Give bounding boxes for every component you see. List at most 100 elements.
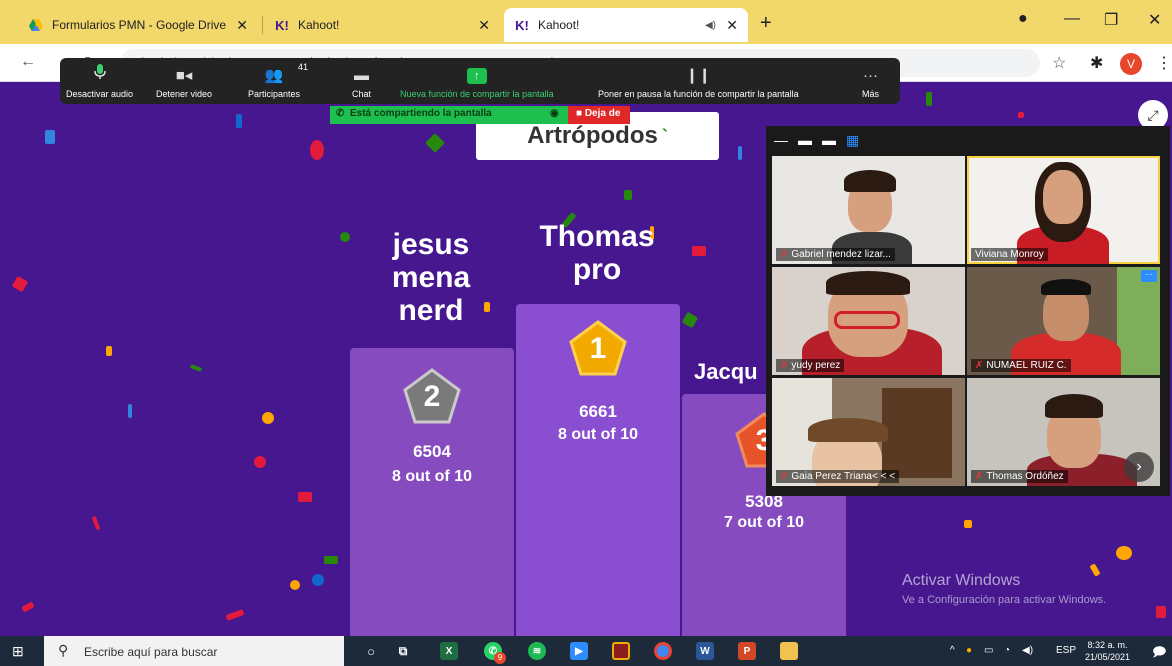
wifi-icon[interactable]: ◔ (1004, 645, 1010, 656)
podium-1-name: Thomas pro (514, 220, 680, 286)
spotify-icon[interactable]: ≋ (528, 642, 546, 660)
chat-button[interactable]: ▬ Chat (352, 58, 371, 104)
menu-icon[interactable]: ⋮ (1156, 53, 1172, 73)
podium-3-correct: 7 out of 10 (723, 514, 804, 531)
tab-title: Kahoot! (538, 18, 580, 32)
rank-number: 2 (423, 380, 441, 413)
notifications-icon[interactable]: 🗩 (1152, 643, 1166, 665)
taskbar-clock[interactable]: 8:32 a. m. 21/05/2021 (1085, 639, 1130, 663)
close-icon[interactable]: ✕ (478, 17, 490, 34)
podium-2-score: 6504 (413, 442, 451, 461)
google-drive-icon (28, 17, 44, 33)
pause-icon: ❙❙ (685, 67, 711, 84)
speaker-icon[interactable]: ◀︎) (705, 20, 716, 31)
video-camera-icon: ■◂ (175, 67, 193, 84)
participant-tile[interactable]: Viviana Monroy (967, 156, 1160, 264)
participant-name: ✗ Thomas Ordóñez (971, 470, 1068, 483)
name-line: Jacqu (694, 359, 758, 384)
participant-tile[interactable]: ✗ yudy perez (772, 267, 965, 375)
clock-date: 21/05/2021 (1085, 652, 1131, 662)
participant-name: Viviana Monroy (971, 248, 1048, 261)
podium-1-correct: 8 out of 10 (557, 426, 638, 443)
extensions-icon[interactable]: ✱ (1090, 53, 1103, 73)
media-player-icon[interactable] (612, 642, 630, 660)
zoom-app-icon[interactable]: ▶ (570, 642, 588, 660)
new-tab-button[interactable]: + (760, 12, 772, 35)
minimize-button[interactable]: — (1064, 10, 1080, 28)
phone-icon: ✆ (336, 108, 345, 119)
profile-dot-icon[interactable]: ● (1018, 10, 1028, 28)
participant-name: ✗ Gaia Perez Triana< < < (776, 470, 900, 483)
microphone-icon (93, 64, 106, 84)
share-screen-icon: ↑ (466, 68, 487, 84)
volume-icon[interactable]: ◀) (1022, 645, 1033, 656)
windows-start-icon[interactable]: ⊞ (12, 643, 24, 660)
participant-tile[interactable]: ··· ✗ NUMAEL RUIZ C. (967, 267, 1160, 375)
tab-google-drive[interactable]: Formularios PMN - Google Drive ✕ (18, 8, 258, 42)
new-share-button[interactable]: ↑ Nueva función de compartir la pantalla (400, 58, 554, 104)
tab-kahoot-2[interactable]: K! Kahoot! ◀︎) ✕ (504, 8, 748, 42)
muted-mic-icon: ✗ (780, 471, 789, 482)
toolbar-label: Poner en pausa la función de compartir l… (598, 89, 799, 99)
tab-title: Formularios PMN - Google Drive (52, 18, 227, 32)
chrome-icon[interactable] (654, 642, 672, 660)
search-placeholder: Escribe aquí para buscar (84, 645, 218, 659)
stop-video-button[interactable]: ■◂ Detener video (156, 58, 212, 104)
gallery-controls: — ▬ ▬ ▦ (774, 132, 859, 149)
profile-avatar[interactable]: V (1120, 53, 1142, 75)
toolbar-label: Detener video (156, 89, 213, 99)
restore-button[interactable]: ❐ (1104, 10, 1118, 30)
name-line: jesus (392, 228, 470, 261)
tray-chevron-icon[interactable]: ^ (950, 645, 955, 656)
participants-button[interactable]: 👥 41 Participantes (248, 58, 308, 104)
podium-3-name: Jacqu (694, 359, 774, 384)
search-icon: ⚲ (58, 642, 69, 658)
excel-icon[interactable]: X (440, 642, 458, 660)
participant-name: ✗ Gabriel mendez lizar... (776, 248, 895, 261)
browser-tab-bar: Formularios PMN - Google Drive ✕ K! Kaho… (0, 0, 1172, 44)
battery-icon[interactable]: ▭ (984, 645, 993, 656)
participant-tile[interactable]: ✗ Gabriel mendez lizar... (772, 156, 965, 264)
confetti-icon: ` (661, 125, 668, 146)
more-button[interactable]: ··· Más (862, 58, 879, 104)
participant-tile[interactable]: ✗ Gaia Perez Triana< < < (772, 378, 965, 486)
stop-share-button[interactable]: ■ Deja de (568, 106, 630, 124)
participants-icon: 👥 (264, 67, 284, 84)
tray-app-icon[interactable]: ● (966, 645, 972, 656)
word-icon[interactable]: W (696, 642, 714, 660)
speaker-view-icon[interactable]: ▬ (798, 132, 812, 149)
chat-icon: ▬ (354, 67, 369, 84)
language-indicator[interactable]: ESP (1056, 645, 1076, 656)
gallery-view-icon[interactable]: ▦ (846, 132, 859, 149)
next-page-icon[interactable]: › (1124, 452, 1154, 482)
more-options-icon[interactable]: ··· (1141, 270, 1157, 282)
participant-count: 41 (298, 62, 309, 72)
close-icon[interactable]: ✕ (726, 17, 738, 34)
podium-1-score: 6661 (579, 402, 617, 421)
shield-icon: ◉ (550, 108, 559, 119)
activation-subtitle: Ve a Configuración para activar Windows. (902, 594, 1107, 606)
back-arrow-icon[interactable]: ← (20, 53, 36, 71)
mute-audio-button[interactable]: Desactivar audio (66, 58, 133, 104)
podium-2-correct: 8 out of 10 (391, 468, 472, 485)
close-icon[interactable]: ✕ (236, 17, 248, 34)
file-explorer-icon[interactable] (780, 642, 798, 660)
minimize-icon[interactable]: — (774, 132, 788, 149)
cortana-icon[interactable]: ○ (362, 642, 380, 660)
pause-share-button[interactable]: ❙❙ Poner en pausa la función de comparti… (598, 58, 799, 104)
clock-time: 8:32 a. m. (1087, 640, 1128, 650)
taskbar-search-input[interactable]: ⚲ Escribe aquí para buscar (44, 636, 344, 666)
tab-kahoot-1[interactable]: K! Kahoot! ✕ (264, 8, 500, 42)
toolbar-label: Chat (352, 89, 372, 99)
participant-name: ✗ NUMAEL RUIZ C. (971, 359, 1071, 372)
strip-view-icon[interactable]: ▬ (822, 132, 836, 149)
task-view-icon[interactable]: ⧉ (394, 642, 412, 660)
star-icon[interactable]: ☆ (1052, 53, 1066, 73)
powerpoint-icon[interactable]: P (738, 642, 756, 660)
toolbar-label: Nueva función de compartir la pantalla (400, 89, 554, 99)
stop-icon: ■ (576, 108, 585, 119)
close-window-button[interactable]: ✕ (1148, 10, 1161, 30)
sharing-text: Está compartiendo la pantalla (350, 108, 492, 119)
windows-taskbar: ⊞ ⚲ Escribe aquí para buscar ○ ⧉ X ✆ 9 ≋… (0, 636, 1172, 666)
muted-mic-icon: ✗ (975, 471, 984, 482)
